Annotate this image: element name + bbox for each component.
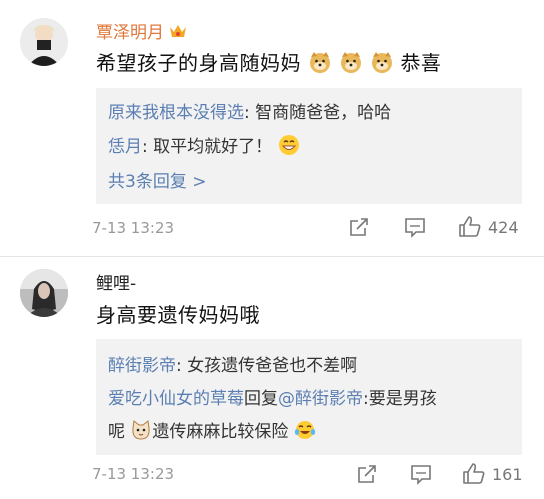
reply-username[interactable]: 原来我根本没得选 (108, 103, 244, 123)
like-count: 161 (492, 464, 523, 484)
reply-text: 遗传麻麻比较保险 (152, 422, 289, 442)
username[interactable]: 鲤哩- (96, 269, 136, 294)
crown-badge-icon (169, 23, 187, 44)
username-text[interactable]: 覃泽明月 (96, 23, 164, 43)
reply-username[interactable]: 恁月 (108, 137, 142, 157)
comment-content: 希望孩子的身高随妈妈 恭喜 (96, 47, 441, 78)
comment-text: 希望孩子的身高随妈妈 (96, 51, 301, 75)
reply-item: 爱吃小仙女的草莓回复@醉街影帝:要是男孩 (108, 384, 437, 409)
share-button[interactable] (348, 216, 370, 238)
reply-box[interactable]: 醉街影帝: 女孩遗传爸爸也不差啊 爱吃小仙女的草莓回复@醉街影帝:要是男孩 呢 … (96, 339, 522, 455)
share-button[interactable] (356, 463, 378, 485)
laugh-cry-emoji-icon (294, 419, 316, 446)
comment-item-1: 覃泽明月 希望孩子的身高随妈妈 恭喜 原来我根本没得选: 智商随爸爸，哈哈 恁月… (0, 0, 544, 256)
comment-icon (404, 216, 426, 238)
comment-time: 7-13 13:23 (92, 219, 175, 237)
avatar[interactable] (20, 269, 68, 317)
comment-time: 7-13 13:23 (92, 465, 175, 483)
username-text[interactable]: 鲤哩- (96, 274, 136, 294)
thumbs-up-icon (462, 462, 486, 486)
reply-text: 回复 (244, 389, 278, 409)
doge-emoji-icon (339, 51, 363, 78)
doge-emoji-icon (370, 51, 394, 78)
reply-text: :要是男孩 (363, 389, 437, 409)
grin-emoji-icon (278, 134, 300, 161)
comment-text-tail: 恭喜 (400, 51, 442, 75)
comment-text: 身高要遗传妈妈哦 (96, 303, 260, 327)
comment-item-2: 鲤哩- 身高要遗传妈妈哦 醉街影帝: 女孩遗传爸爸也不差啊 爱吃小仙女的草莓回复… (0, 257, 544, 499)
reply-text: : 智商随爸爸，哈哈 (244, 103, 392, 123)
like-button[interactable]: 161 (462, 462, 523, 486)
like-count: 424 (488, 217, 519, 237)
reply-box[interactable]: 原来我根本没得选: 智商随爸爸，哈哈 恁月: 取平均就好了！ 共3条回复 > (96, 88, 522, 204)
comment-button[interactable] (410, 463, 432, 485)
share-icon (356, 463, 378, 485)
reply-username[interactable]: 爱吃小仙女的草莓 (108, 389, 244, 409)
more-replies-link[interactable]: 共3条回复 > (108, 167, 206, 192)
reply-text: 呢 (108, 422, 125, 442)
cat-emoji-icon (130, 419, 152, 445)
avatar[interactable] (20, 18, 68, 66)
doge-emoji-icon (308, 51, 332, 78)
more-replies-text[interactable]: 共3条回复 > (108, 172, 206, 192)
comment-icon (410, 463, 432, 485)
thumbs-up-icon (458, 215, 482, 239)
reply-mention[interactable]: @醉街影帝 (278, 389, 363, 409)
reply-text: : 取平均就好了！ (142, 137, 273, 157)
comment-content: 身高要遗传妈妈哦 (96, 299, 260, 328)
like-button[interactable]: 424 (458, 215, 519, 239)
reply-item: 醉街影帝: 女孩遗传爸爸也不差啊 (108, 351, 357, 376)
comment-button[interactable] (404, 216, 426, 238)
reply-item: 原来我根本没得选: 智商随爸爸，哈哈 (108, 98, 391, 123)
reply-username[interactable]: 醉街影帝 (108, 356, 176, 376)
username[interactable]: 覃泽明月 (96, 18, 187, 44)
reply-item-continued: 呢 遗传麻麻比较保险 (108, 417, 316, 446)
reply-item: 恁月: 取平均就好了！ (108, 132, 300, 161)
share-icon (348, 216, 370, 238)
reply-text: : 女孩遗传爸爸也不差啊 (176, 356, 358, 376)
